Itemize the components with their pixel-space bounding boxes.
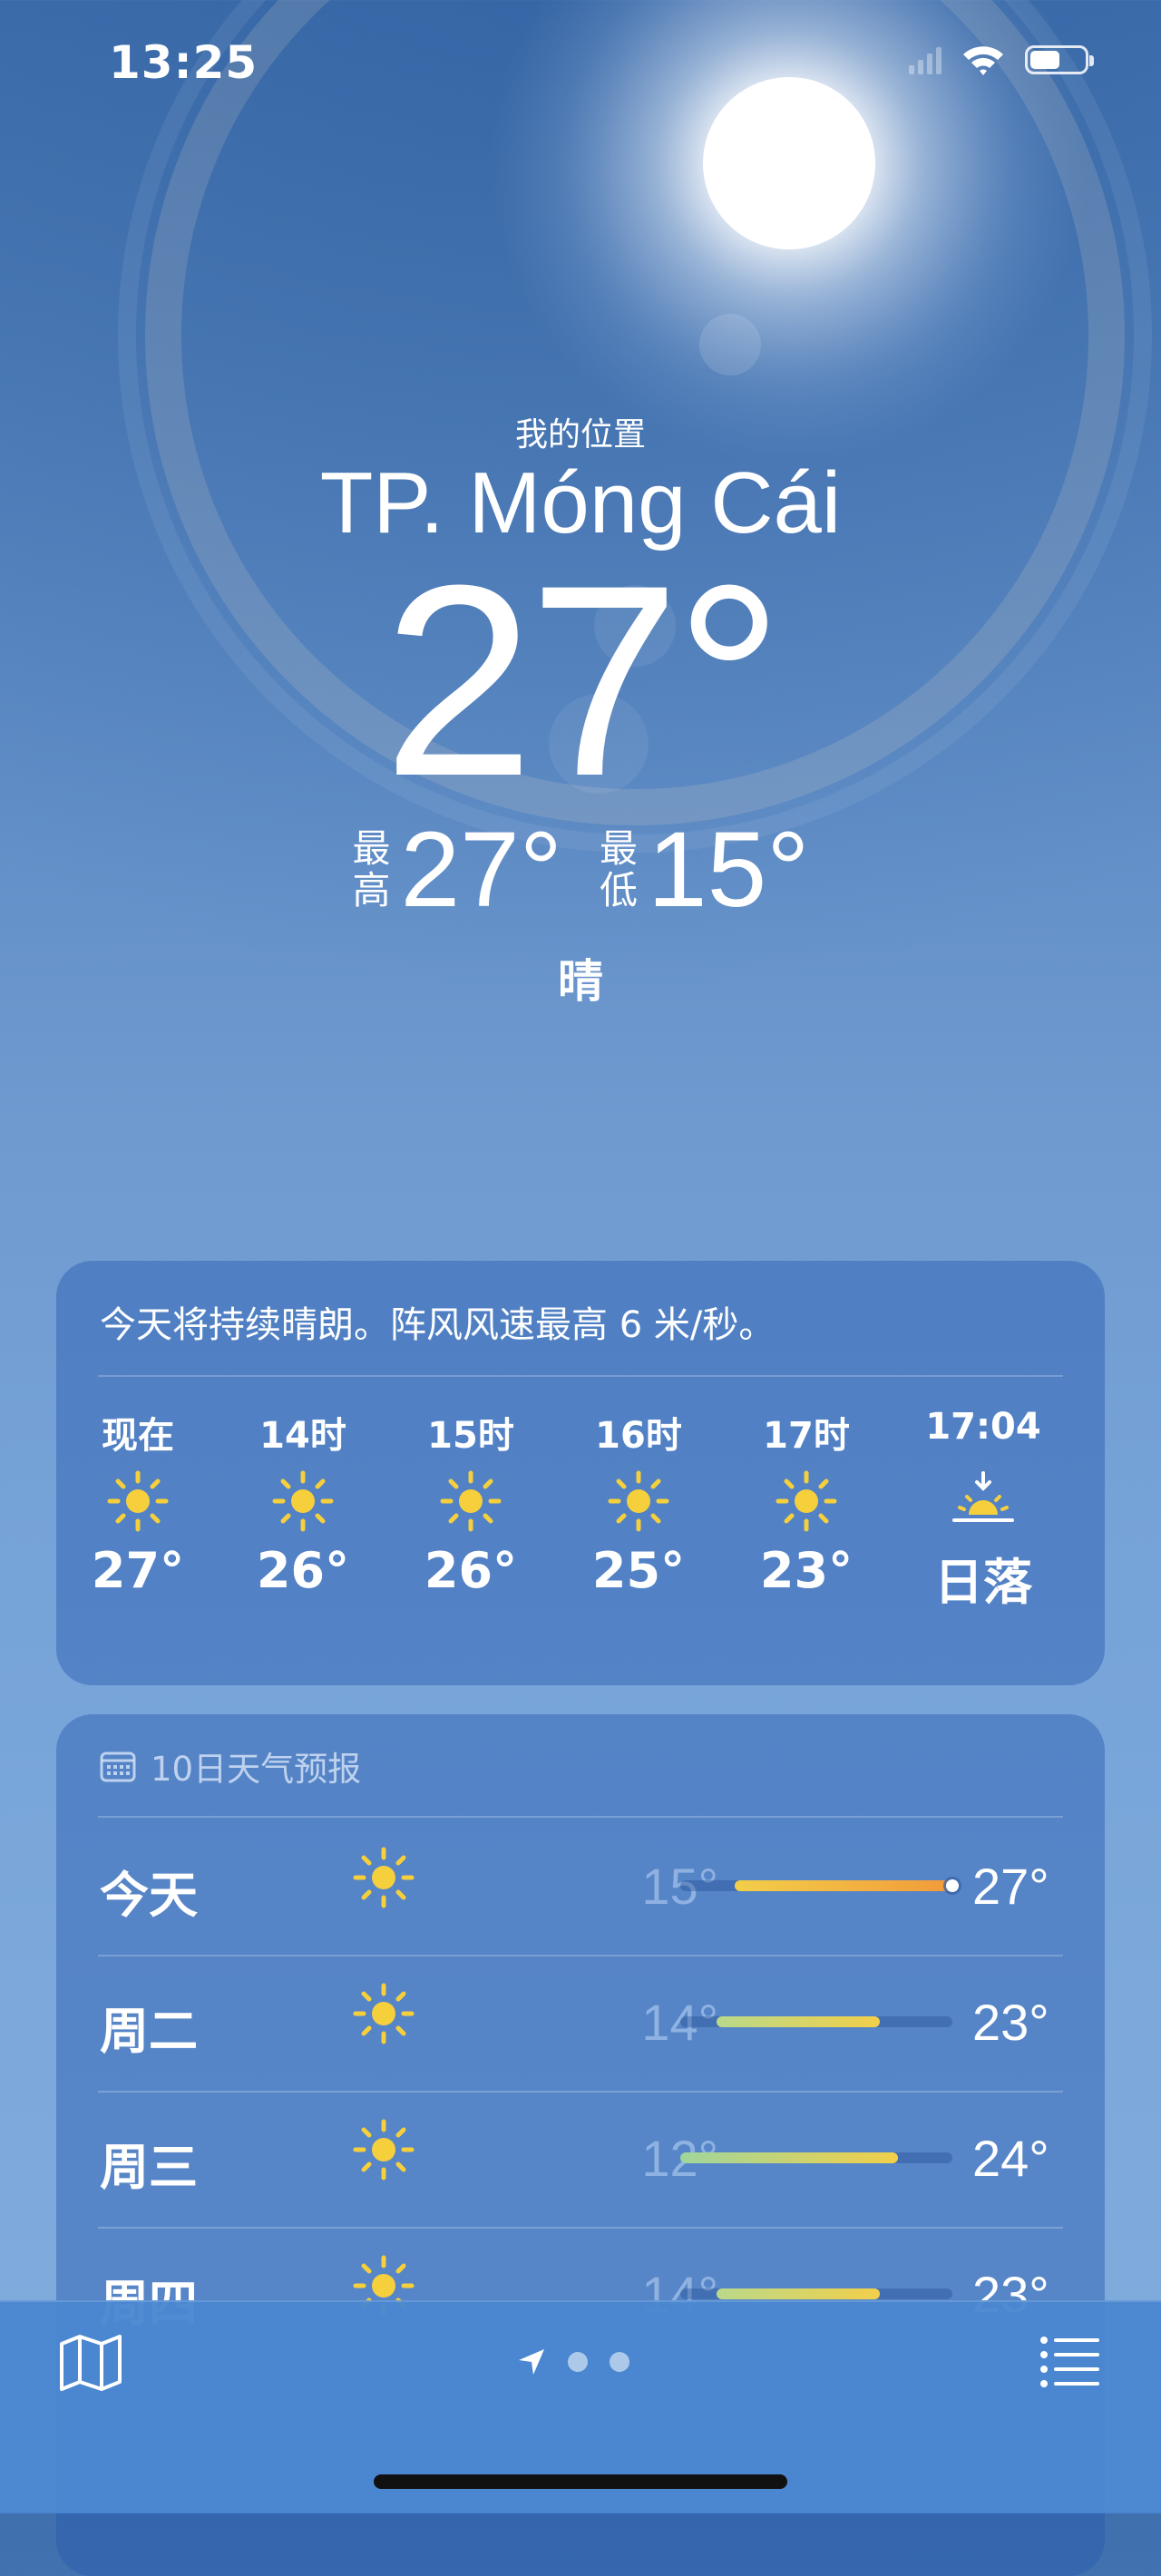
forecast-row[interactable]: 周二 14° 23° — [56, 1955, 1105, 2091]
hour-temperature: 25° — [591, 1542, 686, 1599]
sun-icon — [353, 2119, 415, 2181]
my-location-label: 我的位置 — [514, 416, 646, 454]
page-dot[interactable] — [610, 2352, 629, 2372]
forecast-high: 23° — [972, 1994, 1049, 2051]
sun-icon — [353, 1847, 415, 1908]
hour-time: 17时 — [763, 1415, 850, 1457]
hour-temperature: 27° — [91, 1542, 185, 1599]
battery-level — [1030, 51, 1059, 69]
page-indicator[interactable] — [517, 2347, 629, 2376]
hour-temperature: 日落 — [934, 1554, 1032, 1611]
status-time: 13:25 — [109, 36, 259, 89]
forecast-day: 周二 — [100, 2003, 198, 2060]
forecast-day: 周三 — [100, 2139, 198, 2196]
hour-item: 16时 25° — [557, 1406, 720, 1599]
forecast-high: 24° — [972, 2130, 1049, 2187]
temperature-range-fill — [735, 1880, 952, 1891]
divider — [98, 1816, 1063, 1818]
temperature-range-bar — [680, 2288, 952, 2299]
signal-icon — [909, 47, 941, 74]
temperature-range-bar — [680, 1879, 959, 1892]
page-dot[interactable] — [568, 2352, 588, 2372]
high-temperature: 27° — [400, 810, 562, 930]
hour-time: 15时 — [427, 1415, 514, 1457]
weather-condition: 晴 — [558, 955, 603, 1008]
list-icon[interactable] — [1039, 2335, 1101, 2387]
sun-icon — [776, 1470, 837, 1532]
high-group: 最高 27° — [352, 816, 562, 923]
low-group: 最低 15° — [599, 816, 809, 923]
hour-item: 17:04 日落 — [902, 1406, 1065, 1614]
forecast-title: 10日天气预报 — [151, 1750, 362, 1789]
divider — [98, 1375, 1063, 1377]
sun-icon — [353, 1983, 415, 2044]
high-label: 最高 — [352, 826, 391, 912]
temperature-range-fill — [680, 2152, 898, 2163]
hour-temperature: 26° — [424, 1542, 518, 1599]
sun-icon — [107, 1470, 169, 1532]
forecast-high: 27° — [972, 1858, 1049, 1915]
temperature-range-bar — [680, 2016, 952, 2027]
forecast-header: 10日天气预报 — [100, 1742, 361, 1791]
hour-time: 14时 — [259, 1415, 346, 1457]
temperature-range-fill — [717, 2288, 880, 2299]
hour-item: 14时 26° — [221, 1406, 385, 1599]
calendar-icon — [100, 1751, 136, 1782]
hour-item: 17时 23° — [725, 1406, 888, 1599]
sun-icon — [272, 1470, 334, 1532]
current-temperature: 27° — [383, 528, 784, 833]
sun-icon — [440, 1470, 502, 1532]
hour-item: 15时 26° — [389, 1406, 552, 1599]
temperature-range-fill — [717, 2016, 880, 2027]
hour-temperature: 23° — [759, 1542, 854, 1599]
weather-summary: 今天将持续晴朗。阵风风速最高 6 米/秒。 — [100, 1304, 776, 1346]
high-low: 最高 27° 最低 15° — [0, 816, 1161, 923]
sunset-icon — [952, 1471, 1014, 1522]
current-temperature-dot — [946, 1879, 959, 1892]
hour-time: 16时 — [595, 1415, 682, 1457]
low-label: 最低 — [599, 826, 638, 912]
sun-icon — [608, 1470, 669, 1532]
forecast-row[interactable]: 今天 15° 27° — [56, 1819, 1105, 1955]
wifi-icon — [963, 46, 1003, 75]
hour-time: 17:04 — [925, 1406, 1041, 1448]
location-arrow-icon[interactable] — [517, 2347, 546, 2376]
map-icon[interactable] — [58, 2333, 123, 2393]
home-indicator[interactable] — [374, 2474, 787, 2489]
temperature-range-bar — [680, 2152, 952, 2163]
forecast-row[interactable]: 周三 12° 24° — [56, 2091, 1105, 2227]
hour-item: 现在 27° — [56, 1406, 220, 1599]
low-temperature: 15° — [648, 810, 810, 930]
battery-icon — [1025, 45, 1094, 74]
forecast-day: 今天 — [100, 1867, 198, 1924]
hour-time: 现在 — [102, 1415, 174, 1457]
status-icons — [909, 44, 1094, 76]
hourly-forecast-card[interactable]: 今天将持续晴朗。阵风风速最高 6 米/秒。 现在 27° 14时 26° 15时… — [56, 1261, 1105, 1685]
hour-temperature: 26° — [256, 1542, 350, 1599]
